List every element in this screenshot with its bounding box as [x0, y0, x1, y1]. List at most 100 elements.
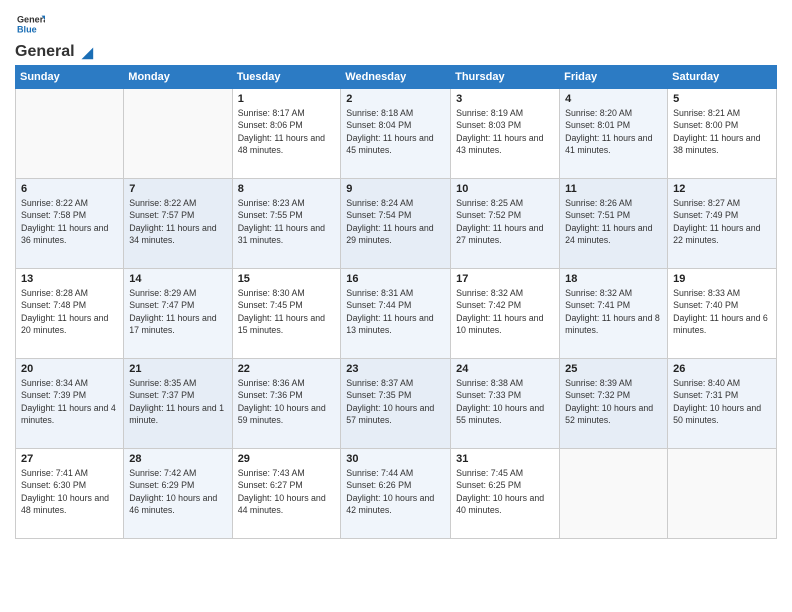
day-info: Sunrise: 8:19 AM Sunset: 8:03 PM Dayligh… [456, 107, 554, 156]
day-info: Sunrise: 7:44 AM Sunset: 6:26 PM Dayligh… [346, 467, 445, 516]
logo-general: General [15, 43, 75, 61]
calendar-cell: 29 Sunrise: 7:43 AM Sunset: 6:27 PM Dayli… [232, 449, 341, 539]
calendar-week-row: 6Sunrise: 8:22 AM Sunset: 7:58 PM Daylig… [16, 179, 777, 269]
calendar-cell [124, 89, 232, 179]
logo-icon: General Blue [17, 10, 45, 38]
calendar-week-row: 1 Sunrise: 8:17 AM Sunset: 8:06 PM Daylig… [16, 89, 777, 179]
calendar-cell: 17 Sunrise: 8:32 AM Sunset: 7:42 PM Dayli… [451, 269, 560, 359]
day-number: 13 [21, 273, 118, 285]
calendar-cell: 14 Sunrise: 8:29 AM Sunset: 7:47 PM Dayli… [124, 269, 232, 359]
day-info: Sunrise: 8:22 AM Sunset: 7:57 PM Dayligh… [129, 197, 226, 246]
day-number: 27 [21, 453, 118, 465]
calendar-week-row: 20 Sunrise: 8:34 AM Sunset: 7:39 PM Dayli… [16, 359, 777, 449]
calendar-cell: 4Sunrise: 8:20 AM Sunset: 8:01 PM Daylig… [560, 89, 668, 179]
day-number: 8 [238, 183, 336, 195]
day-number: 29 [238, 453, 336, 465]
weekday-header-friday: Friday [560, 66, 668, 89]
calendar-cell: 6Sunrise: 8:22 AM Sunset: 7:58 PM Daylig… [16, 179, 124, 269]
day-info: Sunrise: 8:31 AM Sunset: 7:44 PM Dayligh… [346, 287, 445, 336]
day-number: 15 [238, 273, 336, 285]
calendar-cell: 30 Sunrise: 7:44 AM Sunset: 6:26 PM Dayli… [341, 449, 451, 539]
calendar-cell: 9 Sunrise: 8:24 AM Sunset: 7:54 PM Daylig… [341, 179, 451, 269]
calendar-cell: 24Sunrise: 8:38 AM Sunset: 7:33 PM Dayli… [451, 359, 560, 449]
calendar-cell: 5 Sunrise: 8:21 AM Sunset: 8:00 PM Daylig… [668, 89, 777, 179]
day-info: Sunrise: 8:27 AM Sunset: 7:49 PM Dayligh… [673, 197, 771, 246]
calendar-cell: 3 Sunrise: 8:19 AM Sunset: 8:03 PM Daylig… [451, 89, 560, 179]
day-info: Sunrise: 8:33 AM Sunset: 7:40 PM Dayligh… [673, 287, 771, 336]
day-number: 23 [346, 363, 445, 375]
day-number: 24 [456, 363, 554, 375]
day-info: Sunrise: 7:43 AM Sunset: 6:27 PM Dayligh… [238, 467, 336, 516]
day-number: 30 [346, 453, 445, 465]
calendar-table: SundayMondayTuesdayWednesdayThursdayFrid… [15, 65, 777, 539]
day-number: 6 [21, 183, 118, 195]
day-number: 1 [238, 93, 336, 105]
logo-triangle [77, 43, 95, 61]
day-info: Sunrise: 8:29 AM Sunset: 7:47 PM Dayligh… [129, 287, 226, 336]
calendar-cell: 18Sunrise: 8:32 AM Sunset: 7:41 PM Dayli… [560, 269, 668, 359]
day-info: Sunrise: 8:23 AM Sunset: 7:55 PM Dayligh… [238, 197, 336, 246]
calendar-cell: 28 Sunrise: 7:42 AM Sunset: 6:29 PM Dayli… [124, 449, 232, 539]
day-info: Sunrise: 8:32 AM Sunset: 7:42 PM Dayligh… [456, 287, 554, 336]
day-number: 5 [673, 93, 771, 105]
calendar-header-row: SundayMondayTuesdayWednesdayThursdayFrid… [16, 66, 777, 89]
weekday-header-saturday: Saturday [668, 66, 777, 89]
day-number: 11 [565, 183, 662, 195]
day-info: Sunrise: 8:18 AM Sunset: 8:04 PM Dayligh… [346, 107, 445, 156]
day-number: 22 [238, 363, 336, 375]
calendar-cell: 12 Sunrise: 8:27 AM Sunset: 7:49 PM Dayli… [668, 179, 777, 269]
day-info: Sunrise: 7:42 AM Sunset: 6:29 PM Dayligh… [129, 467, 226, 516]
calendar-cell: 20 Sunrise: 8:34 AM Sunset: 7:39 PM Dayli… [16, 359, 124, 449]
calendar-cell: 26Sunrise: 8:40 AM Sunset: 7:31 PM Dayli… [668, 359, 777, 449]
calendar-cell [560, 449, 668, 539]
day-info: Sunrise: 8:20 AM Sunset: 8:01 PM Dayligh… [565, 107, 662, 156]
day-number: 14 [129, 273, 226, 285]
calendar-cell [16, 89, 124, 179]
day-number: 17 [456, 273, 554, 285]
day-info: Sunrise: 8:37 AM Sunset: 7:35 PM Dayligh… [346, 377, 445, 426]
day-number: 25 [565, 363, 662, 375]
day-number: 9 [346, 183, 445, 195]
day-number: 3 [456, 93, 554, 105]
weekday-header-thursday: Thursday [451, 66, 560, 89]
day-number: 26 [673, 363, 771, 375]
calendar-page: General Blue General SundayMondayTues [0, 0, 792, 612]
day-number: 21 [129, 363, 226, 375]
weekday-header-wednesday: Wednesday [341, 66, 451, 89]
day-info: Sunrise: 8:24 AM Sunset: 7:54 PM Dayligh… [346, 197, 445, 246]
calendar-cell: 13 Sunrise: 8:28 AM Sunset: 7:48 PM Dayli… [16, 269, 124, 359]
day-number: 10 [456, 183, 554, 195]
day-number: 16 [346, 273, 445, 285]
day-info: Sunrise: 8:17 AM Sunset: 8:06 PM Dayligh… [238, 107, 336, 156]
day-info: Sunrise: 8:30 AM Sunset: 7:45 PM Dayligh… [238, 287, 336, 336]
day-info: Sunrise: 7:45 AM Sunset: 6:25 PM Dayligh… [456, 467, 554, 516]
calendar-cell: 23 Sunrise: 8:37 AM Sunset: 7:35 PM Dayli… [341, 359, 451, 449]
weekday-header-monday: Monday [124, 66, 232, 89]
calendar-cell: 15 Sunrise: 8:30 AM Sunset: 7:45 PM Dayli… [232, 269, 341, 359]
calendar-cell: 7Sunrise: 8:22 AM Sunset: 7:57 PM Daylig… [124, 179, 232, 269]
day-number: 20 [21, 363, 118, 375]
weekday-header-sunday: Sunday [16, 66, 124, 89]
calendar-cell: 1 Sunrise: 8:17 AM Sunset: 8:06 PM Daylig… [232, 89, 341, 179]
logo: General Blue General [15, 10, 95, 57]
day-number: 28 [129, 453, 226, 465]
day-info: Sunrise: 8:35 AM Sunset: 7:37 PM Dayligh… [129, 377, 226, 426]
weekday-header-tuesday: Tuesday [232, 66, 341, 89]
calendar-cell: 2 Sunrise: 8:18 AM Sunset: 8:04 PM Daylig… [341, 89, 451, 179]
svg-text:General: General [17, 15, 45, 25]
calendar-cell: 19 Sunrise: 8:33 AM Sunset: 7:40 PM Dayli… [668, 269, 777, 359]
day-info: Sunrise: 8:28 AM Sunset: 7:48 PM Dayligh… [21, 287, 118, 336]
day-info: Sunrise: 8:21 AM Sunset: 8:00 PM Dayligh… [673, 107, 771, 156]
calendar-cell: 10Sunrise: 8:25 AM Sunset: 7:52 PM Dayli… [451, 179, 560, 269]
day-number: 12 [673, 183, 771, 195]
calendar-cell: 31Sunrise: 7:45 AM Sunset: 6:25 PM Dayli… [451, 449, 560, 539]
day-number: 2 [346, 93, 445, 105]
day-info: Sunrise: 8:26 AM Sunset: 7:51 PM Dayligh… [565, 197, 662, 246]
calendar-cell: 22Sunrise: 8:36 AM Sunset: 7:36 PM Dayli… [232, 359, 341, 449]
day-number: 19 [673, 273, 771, 285]
calendar-cell: 8 Sunrise: 8:23 AM Sunset: 7:55 PM Daylig… [232, 179, 341, 269]
calendar-cell: 27Sunrise: 7:41 AM Sunset: 6:30 PM Dayli… [16, 449, 124, 539]
day-info: Sunrise: 8:39 AM Sunset: 7:32 PM Dayligh… [565, 377, 662, 426]
calendar-week-row: 13 Sunrise: 8:28 AM Sunset: 7:48 PM Dayli… [16, 269, 777, 359]
day-info: Sunrise: 8:34 AM Sunset: 7:39 PM Dayligh… [21, 377, 118, 426]
